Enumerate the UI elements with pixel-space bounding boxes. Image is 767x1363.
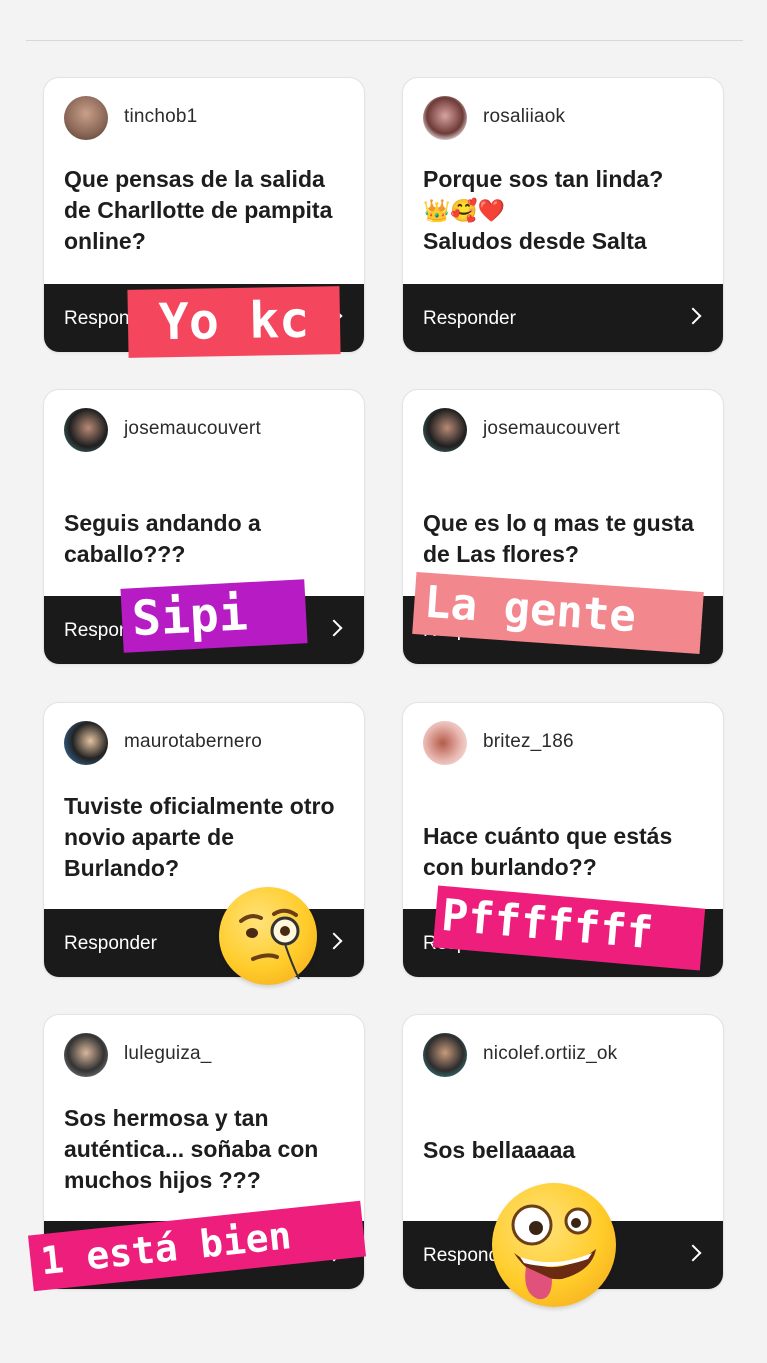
username[interactable]: josemaucouvert <box>124 418 261 440</box>
question-text: Porque sos tan linda? 👑🥰❤️ Saludos desde… <box>423 164 707 257</box>
question-text: Que pensas de la salida de Charllotte de… <box>64 166 333 254</box>
top-divider <box>26 40 743 41</box>
chevron-right-icon <box>325 619 343 637</box>
question-text: Seguis andando a caballo??? <box>64 510 261 567</box>
avatar[interactable] <box>64 1033 108 1077</box>
question-line: Porque sos tan linda? <box>423 166 664 192</box>
question-text: Tuviste oficialmente otro novio aparte d… <box>64 793 335 881</box>
question-text: Sos hermosa y tan auténtica... soñaba co… <box>64 1105 319 1193</box>
sticker-yo-kc: Yo kc <box>127 286 341 358</box>
username[interactable]: britez_186 <box>483 731 574 753</box>
username[interactable]: luleguiza_ <box>124 1043 212 1065</box>
reply-label: Responder <box>64 933 157 954</box>
monocle-face-icon <box>219 887 317 985</box>
question-text: Hace cuánto que estás con burlando?? <box>423 823 673 880</box>
reply-label: Responder <box>423 308 516 329</box>
reply-button[interactable]: Responder <box>403 284 723 352</box>
avatar[interactable] <box>423 408 467 452</box>
username[interactable]: rosaliiaok <box>483 106 565 128</box>
chevron-right-icon <box>684 1244 702 1262</box>
username[interactable]: tinchob1 <box>124 106 197 128</box>
question-text: Sos bellaaaaa <box>423 1137 576 1163</box>
chevron-right-icon <box>684 307 702 325</box>
avatar[interactable] <box>423 1033 467 1077</box>
question-text: Que es lo q mas te gusta de Las flores? <box>423 510 694 567</box>
username[interactable]: josemaucouvert <box>483 418 620 440</box>
question-card: rosaliiaok Porque sos tan linda? 👑🥰❤️ Sa… <box>402 77 724 353</box>
avatar[interactable] <box>423 96 467 140</box>
question-line: Saludos desde Salta <box>423 228 647 254</box>
avatar[interactable] <box>64 408 108 452</box>
sticker-sipi: Sipi <box>120 579 308 653</box>
avatar[interactable] <box>423 721 467 765</box>
username[interactable]: nicolef.ortiiz_ok <box>483 1043 617 1065</box>
username[interactable]: maurotabernero <box>124 731 262 753</box>
avatar[interactable] <box>64 96 108 140</box>
zany-face-icon <box>492 1183 616 1307</box>
avatar[interactable] <box>64 721 108 765</box>
emoji-row: 👑🥰❤️ <box>423 198 506 223</box>
chevron-right-icon <box>325 932 343 950</box>
